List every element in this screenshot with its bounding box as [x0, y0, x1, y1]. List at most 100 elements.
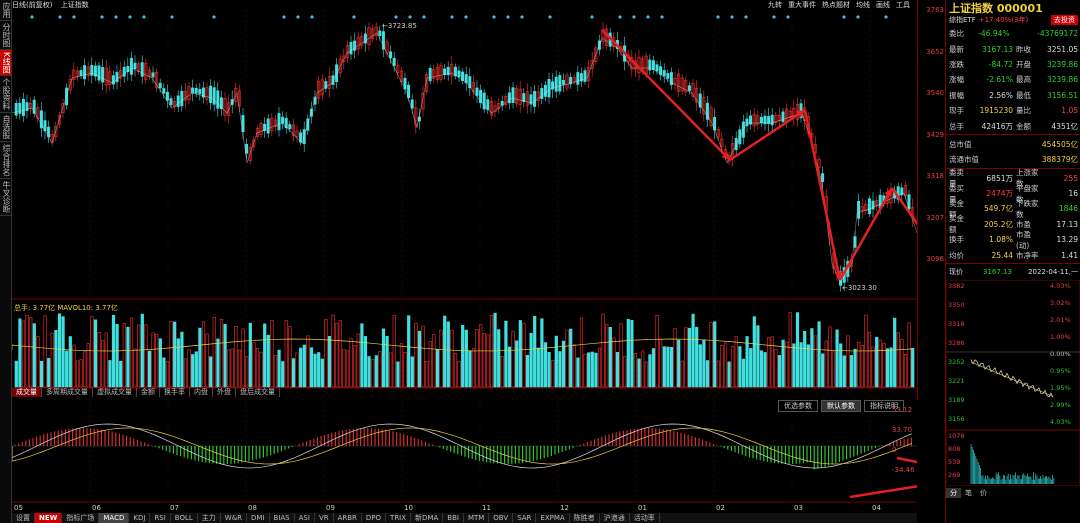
candle-body [194, 87, 198, 94]
toolbar-item[interactable]: 九转 [768, 1, 782, 9]
volume-bar [75, 360, 80, 388]
volume-bar [169, 320, 173, 388]
left-nav-item[interactable]: 个股资料 [0, 76, 11, 114]
volume-tab[interactable]: 换手率 [160, 388, 190, 397]
volume-bar [839, 343, 843, 388]
volume-tab[interactable]: 内盘 [190, 388, 213, 397]
volume-bar [659, 339, 663, 388]
indicator-tab[interactable]: DPO [362, 513, 387, 523]
intraday-right-tick: 2.01% [1050, 316, 1071, 324]
indicator-tab[interactable]: 指标广场 [62, 513, 100, 523]
volume-bar [857, 342, 861, 388]
left-nav-item[interactable]: 应用 [0, 0, 11, 21]
indicator-tab[interactable]: ASI [295, 513, 315, 523]
indicator-tab[interactable]: MACD [99, 513, 130, 523]
candle-body [158, 82, 162, 89]
volume-bar [144, 324, 148, 388]
left-nav-item[interactable]: 牛叉诊断 [0, 179, 11, 217]
x-axis-label: 08 [248, 504, 257, 512]
period-label[interactable]: 日线(前复权) [12, 1, 52, 9]
indicator-tab[interactable]: VR [315, 513, 334, 523]
candle-body [662, 70, 666, 77]
indicator-tab[interactable]: 设置 [12, 513, 35, 523]
indicator-tab[interactable]: ARBR [334, 513, 362, 523]
volume-bar [752, 316, 756, 388]
event-marker [506, 15, 510, 19]
left-nav-item[interactable]: 自选股 [0, 113, 11, 143]
volume-bar [709, 322, 713, 388]
macd-button[interactable]: 优选参数 [778, 400, 818, 412]
volume-tab[interactable]: 盘后成交量 [236, 388, 280, 397]
indicator-tab[interactable]: BIAS [270, 513, 295, 523]
indicator-tab[interactable]: 活动率 [630, 513, 660, 523]
quote-key: 委比 [949, 29, 964, 39]
volume-tab[interactable]: 成交量 [12, 388, 42, 397]
toolbar-item[interactable]: 热点题材 [822, 1, 850, 9]
volume-bar [893, 317, 897, 388]
kline-chart[interactable]: ←3723.85 ←3023.30 总手: 3.77亿 MAVOL10: 3.77亿… [12, 10, 917, 513]
indicator-tab[interactable]: 新DMA [411, 513, 444, 523]
volume-bar [284, 320, 288, 388]
intraday-tab[interactable]: 笔 [961, 488, 976, 498]
toolbar-item[interactable]: 工具 [896, 1, 910, 9]
volume-tab[interactable]: 虚拟成交量 [93, 388, 137, 397]
x-axis-label: 06 [92, 504, 101, 512]
indicator-tab[interactable]: MTM [464, 513, 490, 523]
intraday-tab[interactable]: 价 [976, 488, 991, 498]
candle-body [475, 87, 479, 96]
toolbar-item[interactable]: 画线 [876, 1, 890, 9]
event-marker [856, 15, 860, 19]
indicator-tab[interactable]: 沪港通 [600, 513, 630, 523]
macd-button[interactable]: 指标说明 [864, 400, 904, 412]
volume-bar [25, 314, 29, 388]
volume-tab[interactable]: 外盘 [213, 388, 236, 397]
indicator-tab[interactable]: 陈胜者 [570, 513, 600, 523]
indicator-tab[interactable]: KDJ [129, 513, 151, 523]
volume-bar [824, 340, 828, 388]
event-marker [730, 15, 734, 19]
quote-row: 涨幅 -2.61% 最高 3239.86 [949, 72, 1080, 87]
volume-bar [147, 350, 152, 388]
left-nav-item[interactable]: 分时图 [0, 21, 11, 50]
candle-body [140, 62, 144, 77]
high-label: ←3723.85 [382, 22, 417, 30]
event-marker [450, 15, 454, 19]
macd-button[interactable]: 默认参数 [821, 400, 861, 412]
etf-invest-button[interactable]: 去投资 [1051, 15, 1078, 25]
volume-bar [619, 323, 623, 388]
left-nav-item[interactable]: K线图 [0, 50, 11, 77]
indicator-tab[interactable]: OBV [489, 513, 514, 523]
volume-bar [641, 350, 645, 388]
volume-tab[interactable]: 金额 [137, 388, 160, 397]
now-value: 3167.13 [983, 267, 1012, 276]
volume-bar [803, 330, 807, 388]
indicator-tab[interactable]: W&R [221, 513, 248, 523]
indicator-tab[interactable]: TRIX [386, 513, 412, 523]
indicator-tab[interactable]: BOLL [171, 513, 198, 523]
volume-bar [140, 313, 144, 388]
toolbar-item[interactable]: 均线 [856, 1, 870, 9]
volume-bar [83, 351, 87, 388]
quote-row: 振幅 2.56% 最低 3156.51 [949, 88, 1080, 103]
indicator-tab[interactable]: SAR [513, 513, 537, 523]
intraday-chart[interactable]: 3382 3350 3318 3286 3252 3221 3189 3156 4.03% 3.0… [945, 279, 1080, 487]
quote-value: -43769172 [1037, 29, 1078, 39]
volume-bar [216, 338, 220, 388]
volume-bar [821, 353, 825, 388]
volume-tab[interactable]: 多周期成交量 [42, 388, 93, 397]
indicator-tab[interactable]: EXPMA [536, 513, 570, 523]
indicator-tab[interactable]: RSI [150, 513, 171, 523]
x-axis-label: 12 [560, 504, 569, 512]
volume-bar [453, 353, 458, 388]
volume-bar [381, 328, 386, 388]
toolbar-item[interactable]: 重大事件 [788, 1, 816, 9]
indicator-tab[interactable]: BBI [443, 513, 464, 523]
indicator-tab[interactable]: NEW [35, 513, 63, 523]
volume-bar [349, 338, 353, 388]
indicator-tab[interactable]: 主力 [198, 513, 221, 523]
left-nav-item[interactable]: 综合排名 [0, 142, 11, 180]
indicator-tab[interactable]: DMI [247, 513, 270, 523]
volume-bar [176, 338, 180, 388]
intraday-tab[interactable]: 分 [946, 487, 961, 498]
volume-bar [576, 357, 580, 388]
